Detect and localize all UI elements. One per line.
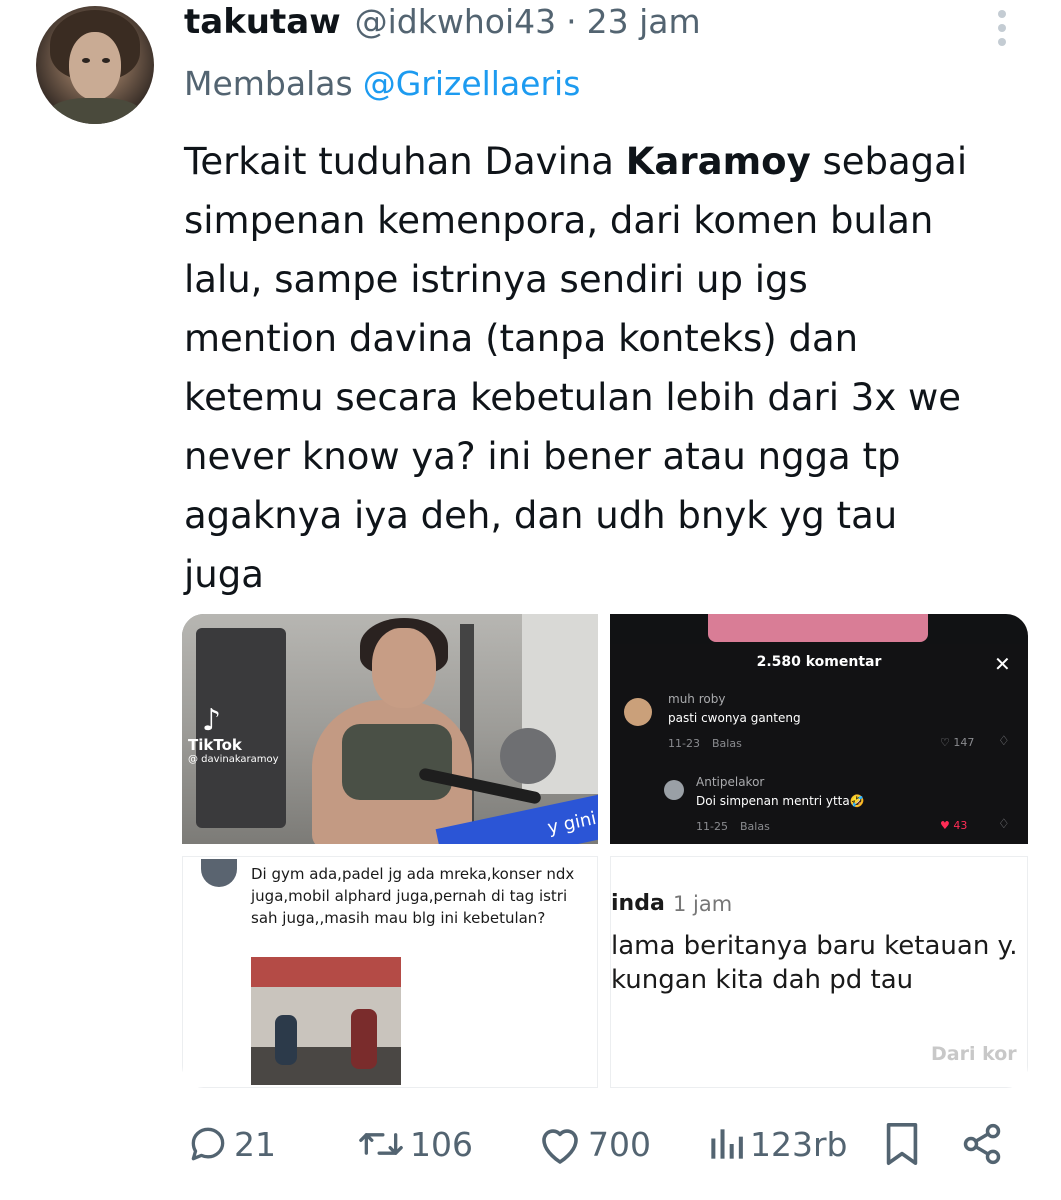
tweet-text-line: lalu, sampe istrinya sendiri up igs [184,258,808,301]
tweet-header: takutaw @idkwhoi43 · 23 jam [184,2,701,46]
comment-date: 11-25 [696,820,728,833]
comment-avatar [624,698,652,726]
comment-text: pasti cwonya ganteng [668,711,801,725]
heart-icon [542,1129,578,1164]
repost-count: 106 [410,1124,473,1164]
bookmark-icon [886,1123,918,1165]
comment-text: lama beritanya baru ketauan y. kungan ki… [611,929,1018,997]
reply-button[interactable]: 21 [186,1116,276,1172]
comment-reply: Balas [740,820,770,833]
media-grid: y gini 😙🔥 ♪ TikTok @ davinakaramoy 2.580… [182,614,1028,1088]
user-avatar[interactable] [36,6,154,124]
close-icon: ✕ [994,652,1011,676]
reply-count: 21 [234,1124,276,1164]
commenter-name: inda [611,891,665,916]
heart-filled-icon: ♥ [940,819,950,832]
media-image-comments[interactable]: 2.580 komentar ✕ muh roby pasti cwonya g… [610,614,1028,844]
tweet-actions: 21 106 700 123rb [184,1116,1014,1172]
user-handle[interactable]: @idkwhoi43 [355,2,556,41]
tweet-text-line: mention davina (tanpa konteks) dan [184,317,859,360]
like-count: 700 [588,1124,651,1164]
comment-line: kungan kita dah pd tau [611,965,914,995]
tweet-text-line: juga [184,553,264,596]
media-image-gym[interactable]: y gini 😙🔥 ♪ TikTok @ davinakaramoy [182,614,598,844]
views-icon [711,1129,743,1159]
tweet-text-line: ketemu secara kebetulan lebih dari 3x we [184,376,961,419]
tiktok-handle: @ davinakaramoy [188,754,279,765]
replying-mention-link[interactable]: @Grizellaeris [363,64,581,103]
more-options-icon[interactable] [994,10,1010,46]
person-head [372,628,436,708]
image-top-crop [708,614,928,642]
replying-label: Membalas [184,64,353,103]
share-icon [963,1123,1001,1165]
comment-author: muh roby [668,692,726,706]
comments-count-title: 2.580 komentar [756,654,882,670]
comment-reply: Balas [712,737,742,750]
bookmark-button[interactable] [882,1116,922,1172]
tweet-text-line: Terkait tuduhan Davina Karamoy sebagai [184,140,968,183]
avatar-face [69,32,121,100]
share-button[interactable] [960,1116,1004,1172]
comment-likes: ♡ 147 [940,736,975,749]
avatar-eye [102,58,110,63]
comment-time: 1 jam [673,892,733,916]
tiktok-icon: ♪ [202,703,222,738]
tweet-text-line: agaknya iya deh, dan udh bnyk yg tau [184,494,898,537]
tiktok-watermark: ♪ TikTok @ davinakaramoy [188,706,279,766]
separator-dot: · [566,2,577,41]
bold-keyword: Karamoy [625,140,811,183]
comment-avatar [664,780,684,800]
exercise-ball [500,728,556,784]
heart-outline-icon: ♡ [940,736,950,749]
source-watermark: Dari kor [931,1043,1017,1065]
avatar-shoulders [48,98,142,124]
dislike-icon: ♢ [998,734,1010,749]
comment-line: lama beritanya baru ketauan y. [611,931,1018,961]
display-name[interactable]: takutaw [184,2,341,42]
comment-text: Di gym ada,padel jg ada mreka,konser ndx… [251,865,575,927]
tweet-text-line: simpenan kemenpora, dari komen bulan [184,199,934,242]
tiktok-label: TikTok [188,736,242,754]
attached-gym-photo [251,957,401,1085]
commenter-avatar [201,859,237,887]
comment-likes: ♥ 43 [940,819,968,832]
like-button[interactable]: 700 [536,1116,651,1172]
dislike-icon: ♢ [998,817,1010,832]
tweet-time[interactable]: 23 jam [587,2,701,41]
tweet-text: Terkait tuduhan Davina Karamoy sebagai s… [184,132,1044,604]
views-button[interactable]: 123rb [706,1116,848,1172]
comment-date: 11-23 [668,737,700,750]
person-sports-top [342,724,452,800]
media-image-cropped-comment[interactable]: inda 1 jam lama beritanya baru ketauan y… [610,856,1028,1088]
repost-icon [359,1133,403,1155]
views-count: 123rb [750,1124,848,1164]
comment-text: Doi simpenan mentri ytta🤣 [696,794,865,808]
replying-to: Membalas @Grizellaeris [184,64,580,103]
avatar-eye [82,58,90,63]
media-image-comment-screenshot[interactable]: Di gym ada,padel jg ada mreka,konser ndx… [182,856,598,1088]
repost-button[interactable]: 106 [356,1116,473,1172]
comment-author: Antipelakor [696,775,765,789]
reply-icon [191,1127,225,1161]
tweet-text-line: never know ya? ini bener atau ngga tp [184,435,901,478]
